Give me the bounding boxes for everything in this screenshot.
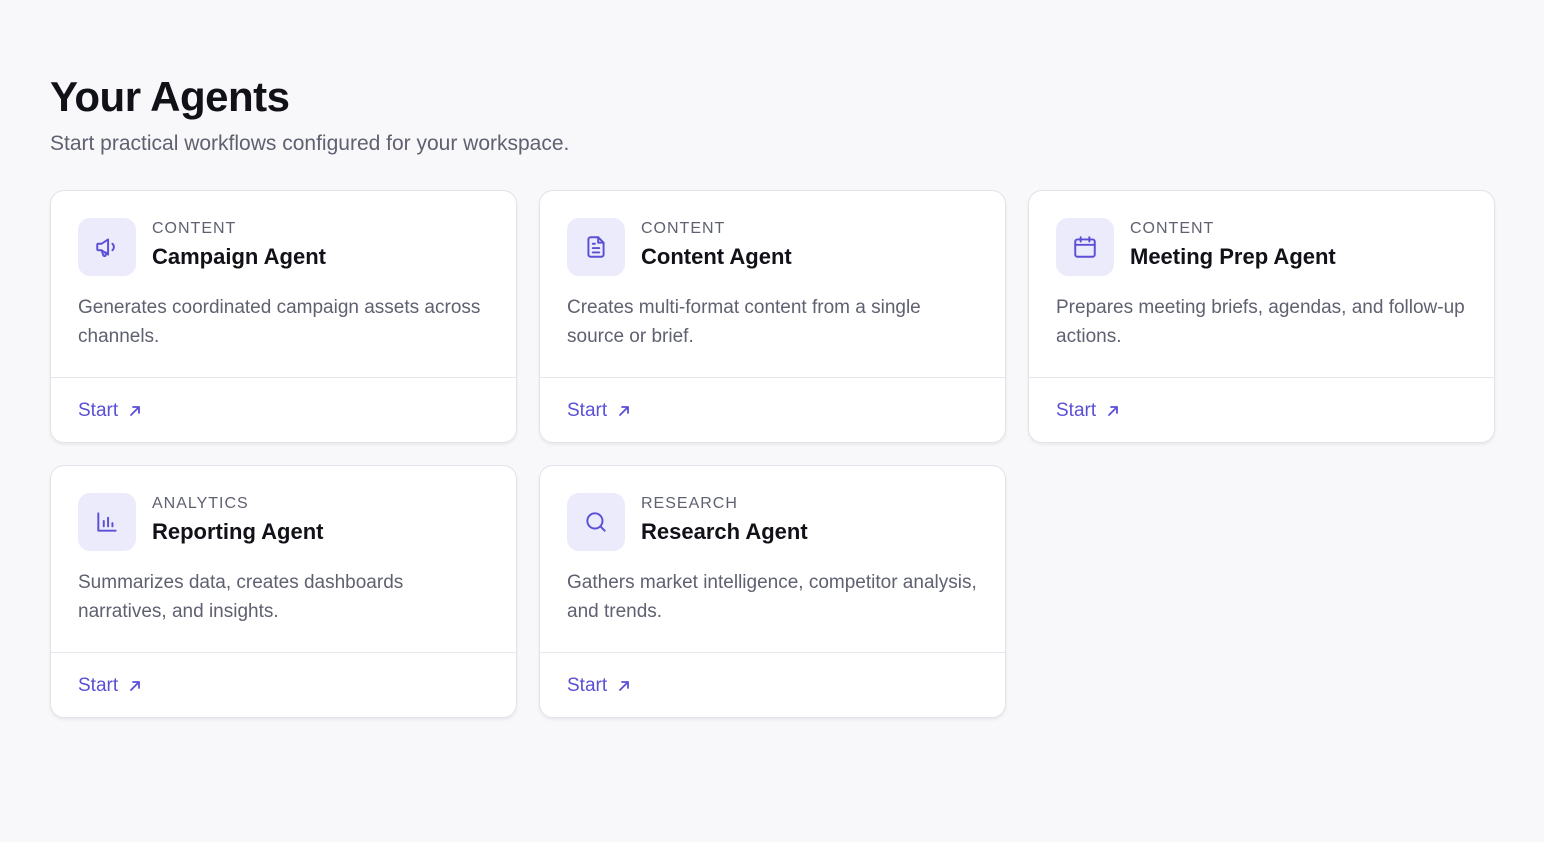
agent-description: Prepares meeting briefs, agendas, and fo…: [1056, 297, 1465, 347]
card-footer: Start: [1029, 378, 1494, 442]
start-campaign-agent-link[interactable]: Start: [78, 398, 142, 424]
start-label: Start: [567, 675, 608, 696]
arrow-up-right-icon: [1108, 406, 1119, 416]
agent-card-meeting-prep: CONTENT Meeting Prep Agent Prepares meet…: [1028, 190, 1495, 443]
card-body: RESEARCH Research Agent Gathers market i…: [540, 466, 1005, 653]
agent-description: Gathers market intelligence, competitor …: [567, 572, 977, 622]
arrow-up-right-icon: [130, 681, 141, 691]
agent-category: CONTENT: [641, 220, 726, 237]
card-body: ANALYTICS Reporting Agent Summarizes dat…: [51, 466, 516, 653]
arrow-up-right-icon: [619, 681, 630, 691]
start-research-agent-link[interactable]: Start: [567, 673, 631, 699]
start-label: Start: [78, 675, 119, 696]
agent-category: RESEARCH: [641, 495, 738, 512]
card-body: CONTENT Meeting Prep Agent Prepares meet…: [1029, 191, 1494, 378]
agents-page: Your Agents Start practical workflows co…: [50, 73, 1496, 718]
agent-name: Reporting Agent: [152, 519, 324, 544]
agent-name: Campaign Agent: [152, 244, 326, 269]
agent-description: Creates multi-format content from a sing…: [567, 297, 921, 347]
start-label: Start: [78, 400, 119, 421]
agent-card-research: RESEARCH Research Agent Gathers market i…: [539, 465, 1006, 718]
page-title: Your Agents: [50, 73, 290, 120]
agent-name: Content Agent: [641, 244, 792, 269]
agent-description: Summarizes data, creates dashboards narr…: [78, 572, 404, 622]
agent-description: Generates coordinated campaign assets ac…: [78, 297, 481, 347]
card-body: CONTENT Content Agent Creates multi-form…: [540, 191, 1005, 378]
agent-card-content: CONTENT Content Agent Creates multi-form…: [539, 190, 1006, 443]
card-footer: Start: [51, 378, 516, 442]
card-footer: Start: [540, 653, 1005, 717]
agent-category: CONTENT: [152, 220, 237, 237]
arrow-up-right-icon: [619, 406, 630, 416]
start-content-agent-link[interactable]: Start: [567, 398, 631, 424]
calendar-icon: [1056, 218, 1114, 276]
document-icon: [567, 218, 625, 276]
agent-card-campaign: CONTENT Campaign Agent Generates coordin…: [50, 190, 517, 443]
agent-category: ANALYTICS: [152, 495, 249, 512]
start-reporting-agent-link[interactable]: Start: [78, 673, 142, 699]
search-icon: [567, 493, 625, 551]
card-body: CONTENT Campaign Agent Generates coordin…: [51, 191, 516, 378]
megaphone-icon: [78, 218, 136, 276]
arrow-up-right-icon: [130, 406, 141, 416]
agent-name: Meeting Prep Agent: [1130, 244, 1336, 269]
start-label: Start: [567, 400, 608, 421]
start-label: Start: [1056, 400, 1097, 421]
card-footer: Start: [540, 378, 1005, 442]
start-meeting-prep-agent-link[interactable]: Start: [1056, 398, 1120, 424]
bar-chart-icon: [78, 493, 136, 551]
agent-category: CONTENT: [1130, 220, 1215, 237]
agent-card-reporting: ANALYTICS Reporting Agent Summarizes dat…: [50, 465, 517, 718]
agent-name: Research Agent: [641, 519, 808, 544]
card-footer: Start: [51, 653, 516, 717]
page-subtitle: Start practical workflows configured for…: [50, 132, 570, 155]
